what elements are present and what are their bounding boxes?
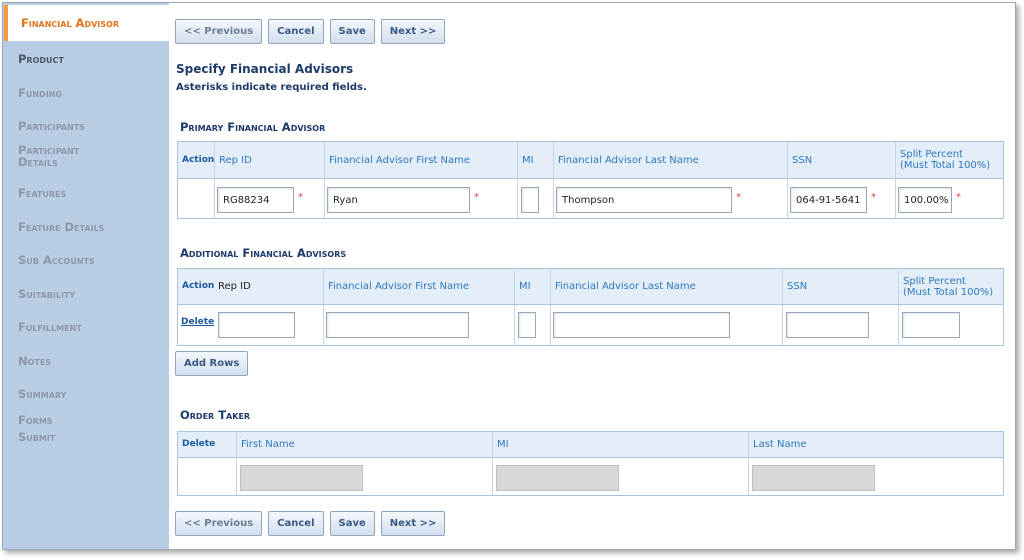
sidebar-item-product[interactable]: Product bbox=[18, 53, 163, 65]
split-percent-label: Split Percent bbox=[900, 149, 963, 160]
split-percent-label: Split Percent bbox=[903, 275, 966, 287]
column-header-rep-id: Rep ID bbox=[218, 281, 251, 292]
delete-row-link[interactable]: Delete bbox=[181, 317, 214, 327]
split-percent-note: (Must Total 100%) bbox=[903, 286, 994, 298]
column-header-last-name: Financial Advisor Last Name bbox=[550, 269, 782, 304]
sidebar-item-submit[interactable]: Submit bbox=[18, 431, 163, 443]
sidebar-item-participant-details[interactable]: Participant Details bbox=[18, 144, 108, 168]
cancel-button[interactable]: Cancel bbox=[268, 19, 324, 44]
sidebar-item-participants[interactable]: Participants bbox=[18, 120, 163, 132]
save-button[interactable]: Save bbox=[329, 511, 375, 536]
order-taker-mi-field bbox=[496, 465, 619, 491]
split-percent-input[interactable]: 100.00% bbox=[898, 187, 952, 213]
sidebar-item-summary[interactable]: Summary bbox=[18, 388, 163, 400]
table-header: Delete First Name MI Last Name bbox=[178, 432, 1003, 458]
rep-id-input[interactable] bbox=[218, 312, 295, 338]
sidebar-item-financial-advisor[interactable]: Financial Advisor bbox=[4, 5, 169, 41]
additional-advisors-table: Action Rep ID Financial Advisor First Na… bbox=[177, 268, 1004, 346]
sidebar-nav: Financial Advisor Product Funding Partic… bbox=[3, 3, 169, 549]
primary-advisor-table: Action Rep ID Financial Advisor First Na… bbox=[177, 141, 1004, 219]
add-rows-button[interactable]: Add Rows bbox=[175, 351, 249, 376]
sidebar-item-notes[interactable]: Notes bbox=[18, 355, 163, 367]
mi-input[interactable] bbox=[521, 187, 539, 213]
next-button[interactable]: Next >> bbox=[380, 19, 446, 44]
cancel-button[interactable]: Cancel bbox=[268, 511, 324, 536]
column-header-rep-id: Rep ID bbox=[214, 142, 324, 178]
bottom-toolbar: << Previous Cancel Save Next >> bbox=[175, 511, 446, 536]
rep-id-input[interactable]: RG88234 bbox=[217, 187, 294, 213]
previous-button[interactable]: << Previous bbox=[175, 19, 263, 44]
required-asterisk: * bbox=[298, 192, 303, 203]
required-asterisk: * bbox=[736, 192, 741, 203]
column-header-split-percent: Split Percent (Must Total 100%) bbox=[898, 269, 1005, 304]
page-title: Specify Financial Advisors bbox=[176, 62, 354, 76]
first-name-input[interactable] bbox=[326, 312, 469, 338]
column-header-ssn: SSN bbox=[787, 142, 895, 178]
next-button[interactable]: Next >> bbox=[380, 511, 446, 536]
table-header: Action Rep ID Financial Advisor First Na… bbox=[178, 142, 1003, 179]
column-header-action: Action bbox=[182, 154, 215, 165]
column-header-action: Action bbox=[182, 281, 215, 291]
column-header-delete: Delete bbox=[182, 439, 216, 449]
mi-input[interactable] bbox=[518, 312, 536, 338]
sidebar-item-fulfillment[interactable]: Fulfillment bbox=[18, 321, 163, 333]
column-header-mi: MI bbox=[492, 432, 748, 457]
first-name-input[interactable]: Ryan bbox=[327, 187, 470, 213]
top-toolbar: << Previous Cancel Save Next >> bbox=[175, 19, 446, 44]
sidebar-item-feature-details[interactable]: Feature Details bbox=[18, 221, 163, 233]
additional-advisors-heading: Additional Financial Advisors bbox=[180, 246, 347, 260]
primary-advisor-heading: Primary Financial Advisor bbox=[180, 120, 326, 134]
sidebar-item-forms[interactable]: Forms bbox=[18, 414, 163, 426]
column-header-last-name: Last Name bbox=[748, 432, 1005, 457]
column-header-first-name: Financial Advisor First Name bbox=[323, 269, 514, 304]
column-header-first-name: First Name bbox=[236, 432, 492, 457]
app-window: Financial Advisor Product Funding Partic… bbox=[2, 2, 1016, 550]
column-header-ssn: SSN bbox=[782, 269, 898, 304]
column-header-split-percent: Split Percent (Must Total 100%) bbox=[895, 142, 1005, 178]
required-asterisk: * bbox=[474, 192, 479, 203]
column-header-first-name: Financial Advisor First Name bbox=[324, 142, 517, 178]
table-header: Action Rep ID Financial Advisor First Na… bbox=[178, 269, 1003, 305]
main-content: << Previous Cancel Save Next >> Specify … bbox=[173, 3, 1015, 549]
ssn-input[interactable]: 064-91-5641 bbox=[790, 187, 867, 213]
order-taker-heading: Order Taker bbox=[180, 408, 251, 422]
required-asterisk: * bbox=[871, 192, 876, 203]
split-percent-input[interactable] bbox=[902, 312, 960, 338]
order-taker-table: Delete First Name MI Last Name bbox=[177, 431, 1004, 496]
required-asterisk: * bbox=[956, 192, 961, 203]
column-header-mi: MI bbox=[514, 269, 550, 304]
sidebar-item-features[interactable]: Features bbox=[18, 187, 163, 199]
column-header-last-name: Financial Advisor Last Name bbox=[553, 142, 787, 178]
ssn-input[interactable] bbox=[786, 312, 869, 338]
page-subtitle: Asterisks indicate required fields. bbox=[176, 82, 367, 93]
last-name-input[interactable]: Thompson bbox=[556, 187, 732, 213]
previous-button[interactable]: << Previous bbox=[175, 511, 263, 536]
order-taker-last-name-field bbox=[752, 465, 875, 491]
last-name-input[interactable] bbox=[553, 312, 730, 338]
order-taker-first-name-field bbox=[240, 465, 363, 491]
save-button[interactable]: Save bbox=[329, 19, 375, 44]
sidebar-item-sub-accounts[interactable]: Sub Accounts bbox=[18, 254, 163, 266]
split-percent-note: (Must Total 100%) bbox=[900, 160, 991, 171]
column-header-mi: MI bbox=[517, 142, 553, 178]
sidebar-item-funding[interactable]: Funding bbox=[18, 87, 163, 99]
sidebar-item-suitability[interactable]: Suitability bbox=[18, 288, 163, 300]
